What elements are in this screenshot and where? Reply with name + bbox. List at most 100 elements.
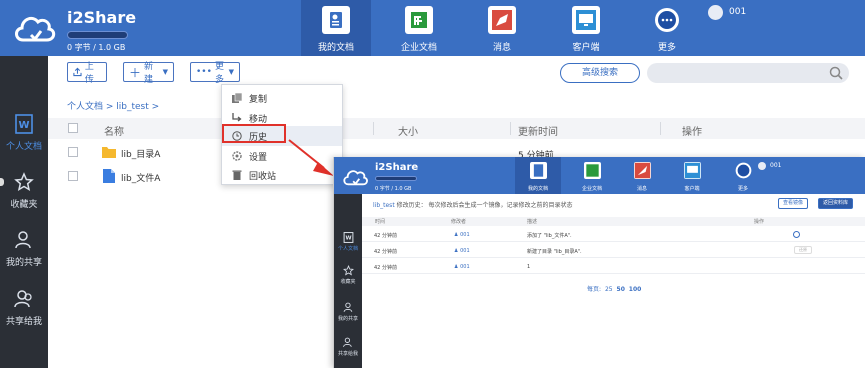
rocket-icon (488, 6, 516, 34)
modifier-user[interactable]: ♟ 001 (454, 232, 470, 238)
my-docs-icon (322, 6, 350, 34)
history-lib-link[interactable]: lib_test (373, 202, 395, 209)
inset-sidebar-item-my-shares[interactable]: 我的共享 (334, 302, 362, 322)
search-icon[interactable] (829, 66, 843, 80)
inset-brand-name: i2Share (375, 162, 419, 173)
users-icon (342, 337, 352, 348)
file-icon (103, 169, 115, 183)
inset-nav-my-docs[interactable]: 我的文档 (515, 157, 561, 194)
inset-user-name[interactable]: 001 (770, 162, 781, 169)
row-checkbox[interactable] (68, 147, 78, 157)
rocket-icon (634, 162, 651, 179)
upload-button[interactable]: 上传 (67, 62, 107, 85)
folder-icon (102, 147, 116, 158)
ellipsis-icon: ••• (196, 67, 212, 77)
enterprise-docs-icon (584, 162, 601, 179)
page-size-selector: 每页: 25 50 100 (587, 286, 642, 293)
inset-sidebar: W 个人文档 收藏夹 我的共享 共享给我 (334, 194, 362, 368)
sidebar-item-my-shares[interactable]: 我的共享 (0, 230, 48, 268)
modifier-user[interactable]: ♟ 001 (454, 248, 470, 254)
history-row[interactable]: 42 分钟前 ♟ 001 1 (362, 260, 865, 274)
brand-name: i2Share (67, 8, 137, 27)
history-row[interactable]: 42 分钟前 ♟ 001 添加了 "lib_文件A". (362, 228, 865, 242)
breadcrumb[interactable]: 个人文档 > lib_test > (67, 99, 159, 112)
caret-down-icon: ▼ (228, 68, 234, 76)
user-name[interactable]: 001 (729, 7, 746, 17)
user-avatar[interactable] (708, 5, 723, 20)
inset-sidebar-item-personal-docs[interactable]: W 个人文档 (334, 232, 362, 252)
inset-table-header: 时间 修改者 描述 操作 (362, 217, 865, 226)
page-size-25[interactable]: 25 (605, 286, 613, 293)
my-docs-icon (530, 162, 547, 179)
history-row[interactable]: 42 分钟前 ♟ 001 新建了目录 "lib_目录A". 还原 (362, 244, 865, 258)
star-icon (14, 172, 34, 192)
monitor-icon (684, 162, 701, 179)
inset-user-avatar[interactable] (758, 162, 766, 170)
column-updated[interactable]: 更新时间 (518, 123, 558, 138)
app-window: i2Share 0 字节 / 1.0 GB 我的文档 企业文档 消息 客户端 更… (0, 0, 865, 368)
enterprise-docs-icon (405, 6, 433, 34)
cloud-logo-icon (343, 170, 368, 186)
page-size-50[interactable]: 50 (617, 286, 625, 293)
nav-more[interactable]: 更多 (632, 0, 702, 56)
monitor-icon (572, 6, 600, 34)
settings-icon (232, 151, 242, 161)
history-description: lib_test 修改历史： 每次修改后会生成一个镜像，记录修改之前的目录状态 (373, 202, 573, 209)
restore-button[interactable]: 还原 (794, 246, 812, 254)
svg-text:W: W (18, 120, 29, 131)
sidebar-collapse-handle[interactable] (0, 178, 4, 186)
column-size[interactable]: 大小 (398, 123, 418, 138)
top-header: i2Share 0 字节 / 1.0 GB 我的文档 企业文档 消息 客户端 更… (0, 0, 865, 56)
inset-nav-enterprise-docs[interactable]: 企业文档 (569, 157, 615, 194)
advanced-search-button[interactable]: 高级搜索 (560, 63, 640, 83)
info-icon[interactable] (793, 231, 800, 238)
sidebar-item-personal-docs[interactable]: W 个人文档 (0, 114, 48, 152)
back-to-library-button[interactable]: 返回资料库 (818, 198, 854, 209)
quota-text: 0 字节 / 1.0 GB (67, 43, 126, 52)
inset-quota-text: 0 字节 / 1.0 GB (375, 186, 412, 192)
more-icon (653, 6, 681, 34)
modifier-user[interactable]: ♟ 001 (454, 264, 470, 270)
quota-progress-bar (67, 31, 128, 39)
star-icon (342, 265, 354, 276)
nav-messages[interactable]: 消息 (467, 0, 537, 56)
more-button[interactable]: ••• 更多 ▼ (190, 62, 240, 85)
inset-quota-bar (375, 176, 417, 181)
inset-sidebar-item-favorites[interactable]: 收藏夹 (334, 265, 362, 285)
menu-item-copy[interactable]: 复制 (222, 88, 342, 108)
column-actions: 操作 (682, 127, 702, 138)
search-input[interactable] (647, 63, 849, 83)
sidebar: W 个人文档 收藏夹 我的共享 共享给我 (0, 56, 48, 368)
history-highlight-box (222, 124, 286, 143)
inset-nav-client[interactable]: 客户端 (669, 157, 715, 194)
copy-icon (232, 93, 242, 103)
page-size-100[interactable]: 100 (629, 286, 642, 293)
move-icon (232, 113, 242, 122)
inset-top-header: i2Share 0 字节 / 1.0 GB 我的文档 企业文档 消息 客户端 更… (334, 157, 865, 194)
row-name[interactable]: lib_文件A (121, 171, 160, 184)
nav-client[interactable]: 客户端 (551, 0, 621, 56)
column-name[interactable]: 名称 (104, 123, 124, 138)
inset-sidebar-item-shared-with-me[interactable]: 共享给我 (334, 337, 362, 357)
user-share-icon (343, 302, 352, 313)
row-checkbox[interactable] (68, 171, 78, 181)
select-all-checkbox[interactable] (68, 123, 78, 133)
inset-nav-messages[interactable]: 消息 (619, 157, 665, 194)
upload-icon (73, 67, 82, 77)
nav-enterprise-docs[interactable]: 企业文档 (384, 0, 454, 56)
word-doc-icon: W (343, 232, 353, 243)
row-name[interactable]: lib_目录A (121, 147, 160, 160)
sidebar-item-shared-with-me[interactable]: 共享给我 (0, 289, 48, 327)
caret-down-icon: ▼ (162, 68, 168, 76)
sidebar-item-favorites[interactable]: 收藏夹 (0, 172, 48, 210)
users-icon (14, 290, 32, 308)
table-header: 名称 大小 更新时间 操作 (48, 118, 865, 139)
svg-text:W: W (345, 236, 351, 242)
more-icon (735, 162, 752, 179)
word-doc-icon: W (15, 114, 33, 134)
view-image-button[interactable]: 查看镜像 (778, 198, 809, 209)
new-button[interactable]: ＋ 新建 ▼ (123, 62, 174, 85)
cloud-logo-icon (15, 16, 56, 42)
nav-my-docs[interactable]: 我的文档 (301, 0, 371, 56)
plus-icon: ＋ (129, 65, 142, 80)
